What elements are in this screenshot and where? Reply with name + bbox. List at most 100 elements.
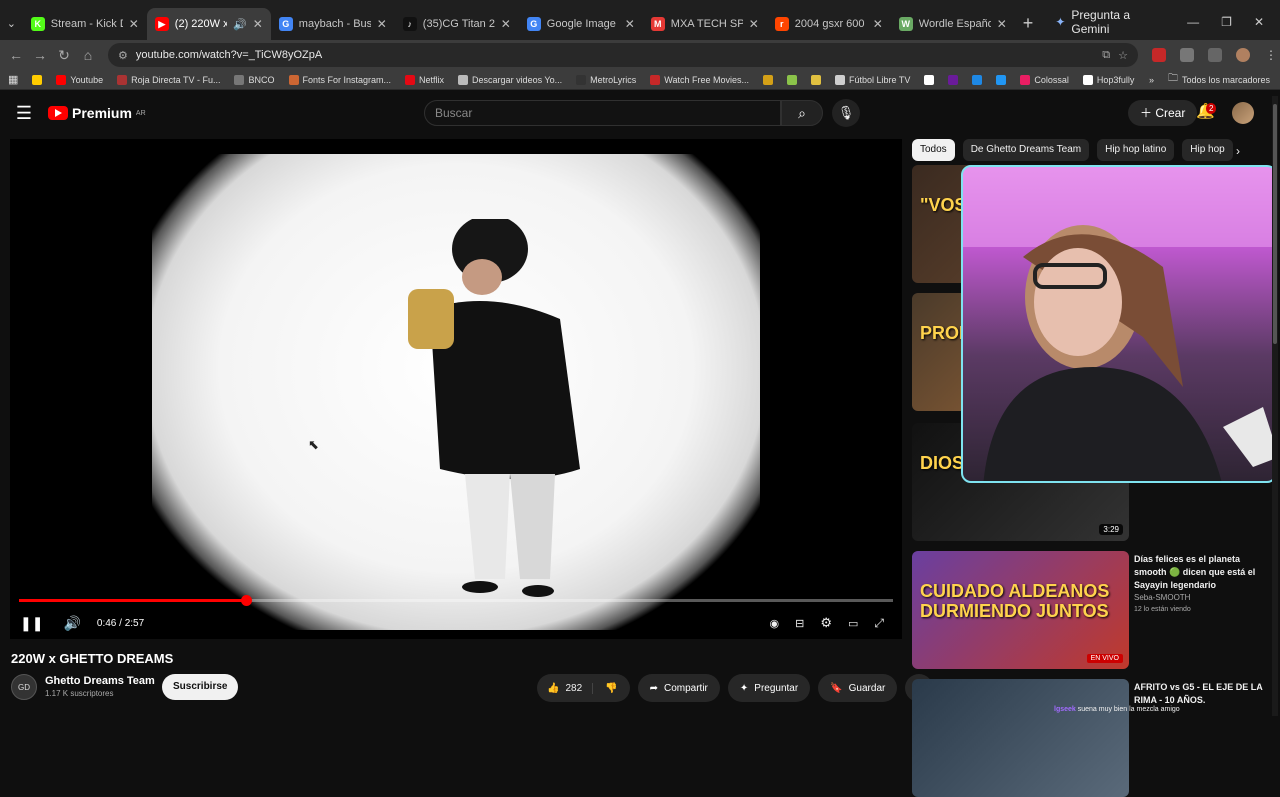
filter-chip[interactable]: Todos (912, 139, 955, 161)
browser-tab[interactable]: K Stream - Kick Dashbo ✕ (23, 8, 147, 40)
voice-search-button[interactable]: 🎙 (832, 99, 860, 127)
tab-close-icon[interactable]: ✕ (749, 17, 759, 31)
tab-close-icon[interactable]: ✕ (129, 17, 139, 31)
home-icon[interactable]: ⌂ (76, 47, 100, 63)
page-scrollbar[interactable] (1272, 96, 1278, 716)
bookmark-item[interactable] (32, 74, 43, 85)
tab-close-icon[interactable]: ✕ (253, 17, 263, 31)
progress-bar[interactable] (19, 595, 893, 606)
filter-chip[interactable]: Hip hop (1182, 139, 1233, 161)
tab-audio-icon[interactable]: 🔊 (233, 18, 247, 31)
create-button[interactable]: ＋ Crear (1128, 100, 1198, 126)
profile-icon[interactable] (1236, 48, 1250, 62)
tab-title: (2) 220W x GHETT (174, 18, 228, 30)
recommendation-item[interactable]: AFRITO vs G5 - EL EJE DE LA RIMA - 10 AÑ… (912, 679, 1272, 797)
channel-name[interactable]: Ghetto Dreams Team (45, 675, 155, 687)
captions-icon[interactable]: ⊟ (795, 617, 804, 630)
bookmark-item[interactable]: Netflix (405, 74, 444, 85)
channel-avatar[interactable]: GD (11, 674, 37, 700)
settings-gear-icon[interactable]: ⚙ (820, 615, 832, 631)
browser-tab[interactable]: G Google Image Result ✕ (519, 8, 643, 40)
recommendation-channel[interactable]: Seba-SMOOTH (1134, 593, 1190, 602)
volume-icon[interactable]: 🔊 (53, 615, 90, 632)
youtube-logo[interactable]: Premium AR (48, 105, 146, 121)
new-tab-button[interactable]: + (1015, 13, 1042, 34)
browser-tab[interactable]: W Wordle Español - Wo ✕ (891, 8, 1015, 40)
browser-menu-icon[interactable]: ⋮ (1264, 48, 1278, 62)
apps-grid-icon[interactable]: ▦ (8, 73, 18, 86)
bookmark-item[interactable] (810, 74, 821, 85)
recommendation-title[interactable]: AFRITO vs G5 - EL EJE DE LA RIMA - 10 AÑ… (1134, 681, 1266, 707)
webcam-overlay (961, 165, 1277, 483)
gemini-button[interactable]: ✦ Pregunta a Gemini (1041, 8, 1171, 36)
autoplay-toggle-icon[interactable]: ◉ (770, 617, 780, 630)
guide-menu-icon[interactable]: ☰ (0, 103, 48, 124)
restore-button[interactable]: ❐ (1221, 15, 1232, 29)
more-bookmarks-icon[interactable]: » (1149, 75, 1154, 85)
video-player[interactable]: ⬉ ❚❚ 🔊 0:46 / 2:57 ◉ ⊟ ⚙ ▭ ⤢ (10, 139, 902, 639)
tab-close-icon[interactable]: ✕ (997, 17, 1007, 31)
bookmark-item[interactable]: Colossal (1020, 74, 1069, 85)
browser-tab[interactable]: r 2004 gsxr 600 : r/GSX ✕ (767, 8, 891, 40)
recommendation-thumbnail[interactable] (912, 679, 1129, 797)
scrollbar-thumb[interactable] (1273, 104, 1277, 344)
bookmark-item[interactable]: Watch Free Movies... (650, 74, 749, 85)
site-info-icon[interactable]: ⚙ (118, 49, 128, 62)
recommendation-item[interactable]: CUIDADO ALDEANOS DURMIENDO JUNTOS EN VIV… (912, 551, 1272, 669)
bookmark-item[interactable]: Roja Directa TV - Fu... (117, 74, 220, 85)
tab-close-icon[interactable]: ✕ (625, 17, 635, 31)
search-button[interactable]: ⌕ (781, 100, 823, 126)
bookmark-item[interactable] (996, 74, 1007, 85)
browser-tab[interactable]: ♪ (35)CG Titan 293cc M ✕ (395, 8, 519, 40)
browser-tab[interactable]: G maybach - Buscar con ✕ (271, 8, 395, 40)
bookmark-item[interactable] (972, 74, 983, 85)
dislike-button[interactable]: 👎 (593, 683, 629, 694)
bookmark-favicon-icon (1020, 74, 1031, 85)
browser-tab[interactable]: ▶ (2) 220W x GHETT 🔊 ✕ (146, 8, 271, 40)
bookmark-star-icon[interactable]: ☆ (1118, 49, 1128, 62)
save-button[interactable]: 🔖 Guardar (818, 674, 898, 702)
bookmark-item[interactable] (924, 74, 935, 85)
forward-icon[interactable]: → (28, 47, 52, 63)
gemini-icon: ✦ (1055, 15, 1066, 29)
tab-close-icon[interactable]: ✕ (377, 17, 387, 31)
bookmark-item[interactable]: Fonts For Instagram... (288, 74, 391, 85)
bookmark-item[interactable]: Hop3fully (1082, 74, 1134, 85)
share-button[interactable]: ➦ Compartir (637, 674, 720, 702)
tab-close-icon[interactable]: ✕ (873, 17, 883, 31)
bookmark-item[interactable] (786, 74, 797, 85)
bookmark-item[interactable]: MetroLyrics (576, 74, 636, 85)
bookmark-item[interactable]: Youtube (56, 74, 103, 85)
all-bookmarks-folder[interactable]: 🗀 Todos los marcadores (1168, 71, 1270, 88)
url-field[interactable]: ⚙ youtube.com/watch?v=_TiCW8yOZpA ⧉ ☆ (108, 43, 1138, 67)
recommendation-title[interactable]: Días felices es el planeta smooth 🟢 dice… (1134, 553, 1266, 592)
search-input[interactable]: Buscar (424, 100, 781, 126)
bookmark-item[interactable]: Descargar videos Yo... (458, 74, 562, 85)
filter-chip[interactable]: Hip hop latino (1097, 139, 1175, 161)
minimize-button[interactable]: — (1187, 15, 1199, 29)
install-app-icon[interactable]: ⧉ (1102, 49, 1110, 62)
close-window-button[interactable]: ✕ (1254, 15, 1264, 29)
browser-tab[interactable]: M MXA TECH SPEC: 10 C ✕ (643, 8, 767, 40)
bookmark-item[interactable] (948, 74, 959, 85)
theater-mode-icon[interactable]: ▭ (848, 617, 858, 630)
bookmark-item[interactable]: BNCO (234, 74, 275, 85)
tab-search-icon[interactable]: ⌄ (0, 17, 23, 30)
media-control-icon[interactable] (1208, 48, 1222, 62)
extension-icon[interactable] (1152, 48, 1166, 62)
like-button[interactable]: 👍 282 (537, 682, 594, 694)
chevron-right-icon[interactable]: › (1236, 144, 1240, 158)
tab-close-icon[interactable]: ✕ (501, 17, 511, 31)
recommendation-thumbnail[interactable]: CUIDADO ALDEANOS DURMIENDO JUNTOS EN VIV… (912, 551, 1129, 669)
bookmark-item[interactable] (762, 74, 773, 85)
puzzle-extensions-icon[interactable] (1180, 48, 1194, 62)
account-avatar[interactable] (1232, 102, 1254, 124)
reload-icon[interactable]: ↻ (52, 47, 76, 64)
back-icon[interactable]: ← (4, 47, 28, 63)
subscribe-button[interactable]: Suscribirse (162, 674, 239, 700)
bookmark-item[interactable]: Fútbol Libre TV (834, 74, 910, 85)
ask-button[interactable]: ✦ Preguntar (727, 674, 811, 702)
fullscreen-icon[interactable]: ⤢ (874, 616, 884, 631)
pause-icon[interactable]: ❚❚ (10, 615, 53, 632)
filter-chip[interactable]: De Ghetto Dreams Team (962, 139, 1090, 161)
